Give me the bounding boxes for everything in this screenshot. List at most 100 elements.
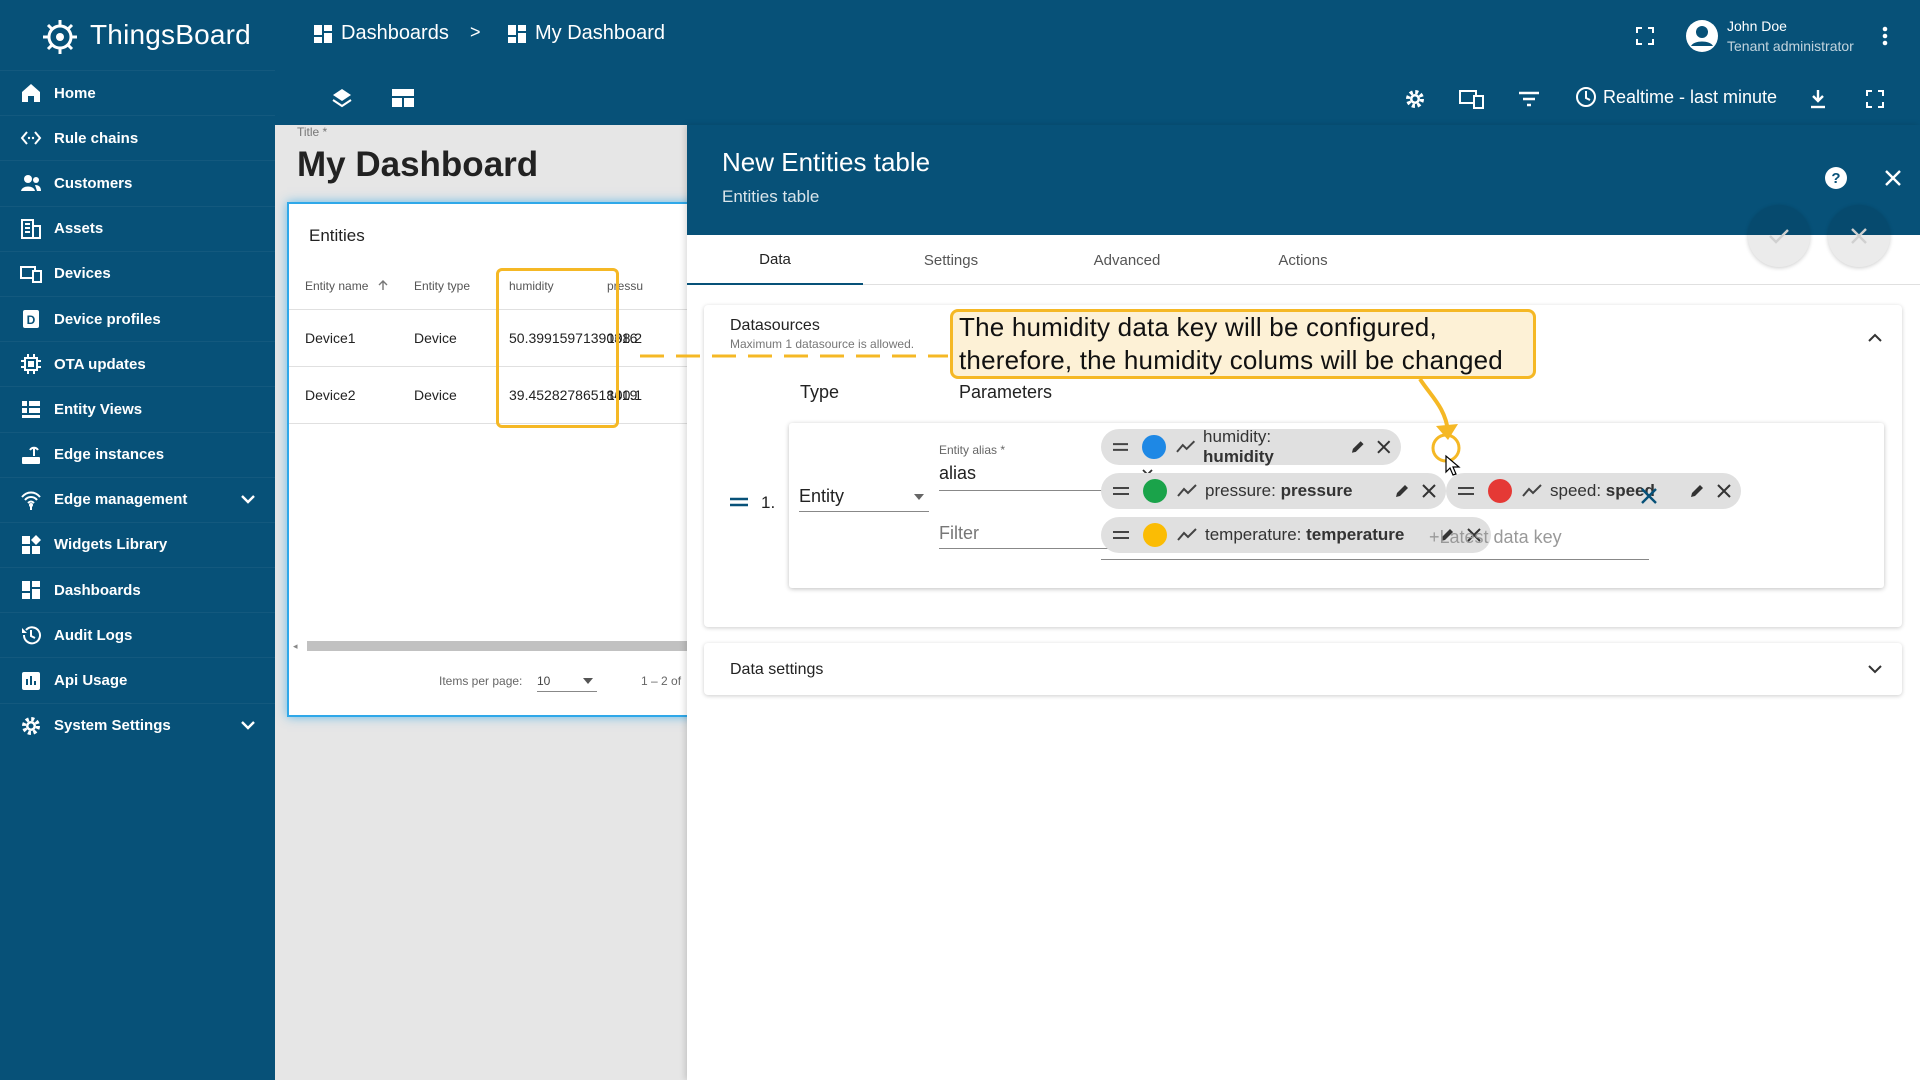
sidebar-item-label: Customers <box>54 174 133 192</box>
sidebar-item-edge-instances[interactable]: Edge instances <box>0 431 275 477</box>
settings-button[interactable] <box>1402 86 1428 112</box>
sidebar-item-api-usage[interactable]: Api Usage <box>0 657 275 702</box>
data-key-chip-pressure[interactable]: pressure: pressure <box>1101 473 1446 509</box>
remove-key-icon[interactable] <box>1422 484 1436 498</box>
drag-handle-icon[interactable] <box>1113 530 1129 540</box>
sidebar-item-audit-logs[interactable]: Audit Logs <box>0 612 275 657</box>
user-name: John Doe <box>1727 18 1787 34</box>
data-key-label: temperature: temperature <box>1205 525 1405 544</box>
timeseries-icon <box>1175 440 1195 453</box>
sidebar-item-label: System Settings <box>54 717 171 735</box>
layout-button[interactable] <box>390 86 416 110</box>
collapse-datasources-button[interactable] <box>1865 327 1885 347</box>
sidebar-item-system-settings[interactable]: System Settings <box>0 702 275 748</box>
sidebar-nav: Home Rule chains Customers Assets Devices D De… <box>0 70 275 748</box>
column-header-entity-type[interactable]: Entity type <box>414 279 470 293</box>
sidebar-item-home[interactable]: Home <box>0 70 275 115</box>
expand-data-settings-button[interactable] <box>1865 659 1885 679</box>
chip-icon <box>18 353 44 375</box>
sidebar-item-devices[interactable]: Devices <box>0 250 275 296</box>
key-color-dot[interactable] <box>1142 435 1166 459</box>
thingsboard-logo-icon <box>43 20 77 54</box>
wifi-icon <box>18 489 44 511</box>
user-menu[interactable]: John Doe Tenant administrator <box>1685 16 1854 56</box>
filter-button[interactable] <box>1516 86 1542 112</box>
items-per-page-select[interactable]: 10 <box>537 668 597 692</box>
panel-subtitle: Entities table <box>722 187 820 206</box>
account-circle-icon <box>1686 20 1718 52</box>
sidebar-item-widgets-library[interactable]: Widgets Library <box>0 521 275 567</box>
datasource-type-select[interactable]: Entity <box>799 478 929 512</box>
entities-table-widget[interactable]: Entities Entity name Entity type humidit… <box>287 202 707 717</box>
timewindow-selector[interactable]: Realtime - last minute <box>1575 86 1777 108</box>
sidebar: ThingsBoard Home Rule chains Customers Asse… <box>0 0 275 1080</box>
sidebar-item-customers[interactable]: Customers <box>0 160 275 205</box>
dashboard-icon <box>18 579 44 601</box>
data-key-chip-speed[interactable]: speed: speed <box>1446 473 1741 509</box>
more-menu-button[interactable] <box>1875 24 1895 48</box>
close-icon <box>1885 170 1901 186</box>
key-color-dot[interactable] <box>1143 479 1167 503</box>
fullscreen-button[interactable] <box>1633 24 1657 48</box>
breadcrumb-dashboards[interactable]: Dashboards <box>313 22 449 45</box>
tab-data[interactable]: Data <box>687 235 863 285</box>
drag-handle-icon[interactable] <box>1113 442 1129 452</box>
app-logo[interactable]: ThingsBoard <box>0 0 275 70</box>
sidebar-item-label: Widgets Library <box>54 536 168 554</box>
edit-icon[interactable] <box>1394 483 1410 499</box>
dashboard-fullscreen-button[interactable] <box>1862 86 1888 112</box>
device-layout-button[interactable] <box>1458 86 1486 112</box>
sidebar-item-entity-views[interactable]: Entity Views <box>0 386 275 431</box>
sidebar-item-ota-updates[interactable]: OTA updates <box>0 341 275 386</box>
close-panel-button[interactable] <box>1880 165 1906 191</box>
horizontal-scrollbar[interactable] <box>307 641 705 651</box>
code-icon <box>18 127 44 149</box>
gear-icon <box>1406 90 1424 108</box>
drag-handle-icon[interactable] <box>1113 486 1129 496</box>
add-latest-data-key-input[interactable]: +Latest data key <box>1429 527 1562 548</box>
edit-icon[interactable] <box>1689 483 1705 499</box>
remove-datasource-button[interactable] <box>1638 485 1660 507</box>
drag-handle[interactable] <box>729 495 749 509</box>
tab-advanced[interactable]: Advanced <box>1039 235 1215 285</box>
items-per-page-value: 10 <box>537 674 551 688</box>
tab-settings[interactable]: Settings <box>863 235 1039 285</box>
cell-entity-name: Device1 <box>305 330 356 346</box>
sidebar-item-label: Device profiles <box>54 310 161 328</box>
scroll-left-arrow-icon[interactable]: ◂ <box>293 641 303 651</box>
timeseries-icon <box>1522 484 1542 497</box>
user-role: Tenant administrator <box>1727 38 1854 54</box>
layers-button[interactable] <box>330 86 354 110</box>
sidebar-item-edge-management[interactable]: Edge management <box>0 476 275 522</box>
sidebar-item-dashboards[interactable]: Dashboards <box>0 567 275 612</box>
remove-key-icon[interactable] <box>1717 484 1731 498</box>
sidebar-item-assets[interactable]: Assets <box>0 205 275 251</box>
dashboard-title[interactable]: My Dashboard <box>297 145 538 185</box>
annotation-line-1: The humidity data key will be configured… <box>959 312 1437 342</box>
help-button[interactable]: ? <box>1823 165 1849 191</box>
sidebar-item-device-profiles[interactable]: D Device profiles <box>0 295 275 341</box>
data-key-chip-humidity[interactable]: humidity: humidity <box>1101 427 1401 466</box>
app-root: ThingsBoard Home Rule chains Customers Asse… <box>0 0 1920 1080</box>
edit-icon[interactable] <box>1350 439 1365 455</box>
key-color-dot[interactable] <box>1488 479 1512 503</box>
chevron-down-icon <box>1868 664 1882 673</box>
sidebar-item-label: Dashboards <box>54 581 141 599</box>
widget-title: Entities <box>309 226 365 245</box>
dashboard-title-label: Title * <box>297 125 328 139</box>
data-key-label: humidity: humidity <box>1203 427 1274 466</box>
profile-icon: D <box>18 308 44 330</box>
data-settings-card[interactable]: Data settings <box>704 643 1902 695</box>
sidebar-item-label: Home <box>54 84 96 102</box>
key-color-dot[interactable] <box>1143 523 1167 547</box>
remove-key-icon[interactable] <box>1377 440 1391 454</box>
datasource-index: 1. <box>761 493 776 512</box>
sidebar-item-rule-chains[interactable]: Rule chains <box>0 115 275 160</box>
tab-actions[interactable]: Actions <box>1215 235 1391 285</box>
drag-handle-icon[interactable] <box>1458 486 1474 496</box>
gear-icon <box>18 715 44 737</box>
download-button[interactable] <box>1805 86 1831 112</box>
view-list-icon <box>18 398 44 420</box>
column-header-entity-name[interactable]: Entity name <box>305 279 389 293</box>
